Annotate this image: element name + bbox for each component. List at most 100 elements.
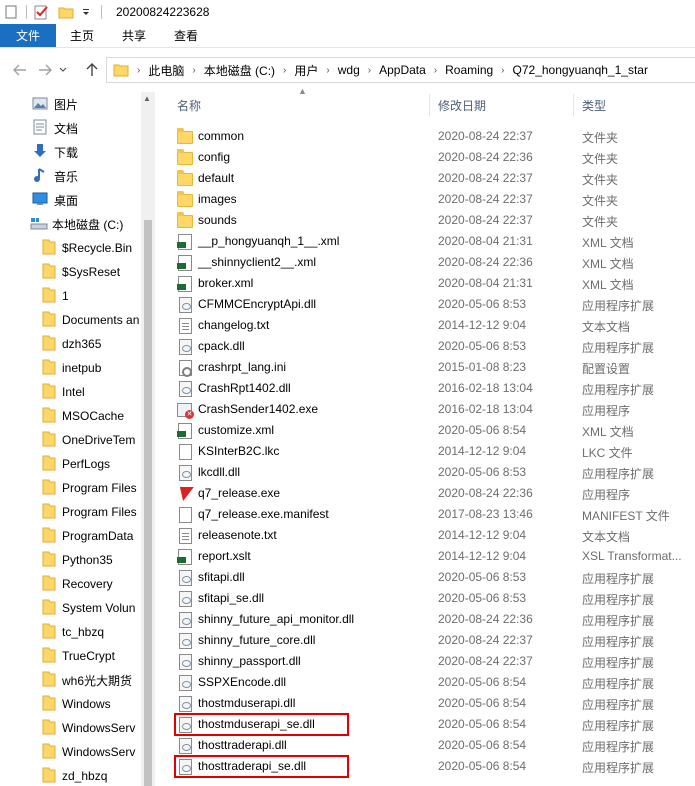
window-icon[interactable] <box>2 3 20 21</box>
column-date[interactable]: 修改日期 <box>438 92 486 118</box>
nav-item-local-disk[interactable]: 本地磁盘 (C:) <box>30 212 123 236</box>
crumb-q72[interactable]: Q72_hongyuanqh_1_star <box>509 63 652 77</box>
nav-item-folder[interactable]: Intel <box>42 380 85 404</box>
file-row[interactable]: lkcdll.dll 2020-05-06 8:53 应用程序扩展 <box>165 462 695 483</box>
nav-item-folder[interactable]: tc_hbzq <box>42 620 104 644</box>
file-row[interactable]: changelog.txt 2014-12-12 9:04 文本文档 <box>165 315 695 336</box>
address-bar[interactable]: › 此电脑 › 本地磁盘 (C:) › 用户 › wdg › AppData ›… <box>106 57 695 83</box>
crumb-roaming[interactable]: Roaming <box>441 63 497 77</box>
chevron-right-icon[interactable]: › <box>279 65 290 76</box>
tab-view[interactable]: 查看 <box>160 24 212 47</box>
chevron-right-icon[interactable]: › <box>497 65 508 76</box>
tab-share[interactable]: 共享 <box>108 24 160 47</box>
scroll-up-arrow-icon[interactable]: ▲ <box>143 94 151 103</box>
file-row[interactable]: shinny_future_core.dll 2020-08-24 22:37 应用… <box>165 630 695 651</box>
file-row[interactable]: shinny_future_api_monitor.dll 2020-08-24 … <box>165 609 695 630</box>
chevron-right-icon[interactable]: › <box>364 65 375 76</box>
column-name[interactable]: 名称 <box>177 92 201 118</box>
file-row[interactable]: sfitapi.dll 2020-05-06 8:53 应用程序扩展 <box>165 567 695 588</box>
file-row[interactable]: sfitapi_se.dll 2020-05-06 8:53 应用程序扩展 <box>165 588 695 609</box>
nav-item-folder[interactable]: OneDriveTem <box>42 428 135 452</box>
chevron-right-icon[interactable]: › <box>430 65 441 76</box>
file-row[interactable]: SSPXEncode.dll 2020-05-06 8:54 应用程序扩展 <box>165 672 695 693</box>
file-row[interactable]: images 2020-08-24 22:37 文件夹 <box>165 189 695 210</box>
nav-item-folder[interactable]: dzh365 <box>42 332 101 356</box>
customize-quick-access-icon[interactable] <box>77 3 95 21</box>
file-row[interactable]: CrashRpt1402.dll 2016-02-18 13:04 应用程序扩展 <box>165 378 695 399</box>
file-row[interactable]: report.xslt 2014-12-12 9:04 XSL Transforma… <box>165 546 695 567</box>
window-title: 20200824223628 <box>116 5 210 19</box>
file-row[interactable]: KSInterB2C.lkc 2014-12-12 9:04 LKC 文件 <box>165 441 695 462</box>
nav-label: Recovery <box>62 577 113 591</box>
crumb-users[interactable]: 用户 <box>290 62 322 79</box>
back-button[interactable] <box>8 58 32 82</box>
crumb-wdg[interactable]: wdg <box>334 63 364 77</box>
file-row[interactable]: broker.xml 2020-08-04 21:31 XML 文档 <box>165 273 695 294</box>
nav-item-folder[interactable]: Program Files <box>42 500 137 524</box>
recent-locations-button[interactable] <box>56 58 70 82</box>
crumb-local-disk[interactable]: 本地磁盘 (C:) <box>200 62 279 79</box>
file-row[interactable]: releasenote.txt 2014-12-12 9:04 文本文档 <box>165 525 695 546</box>
nav-item-folder[interactable]: TrueCrypt <box>42 644 115 668</box>
sort-ascending-icon: ▲ <box>298 86 307 96</box>
file-row[interactable]: __shinnyclient2__.xml 2020-08-24 22:36 XML… <box>165 252 695 273</box>
crumb-appdata[interactable]: AppData <box>375 63 430 77</box>
nav-item-pictures[interactable]: 图片 <box>32 92 78 116</box>
nav-item-folder[interactable]: MSOCache <box>42 404 124 428</box>
nav-item-downloads[interactable]: 下载 <box>32 140 78 164</box>
nav-item-folder[interactable]: WindowsServ <box>42 740 135 764</box>
nav-item-folder[interactable]: $SysReset <box>42 260 120 284</box>
nav-item-folder[interactable]: $Recycle.Bin <box>42 236 132 260</box>
file-row[interactable]: CrashSender1402.exe 2016-02-18 13:04 应用程序 <box>165 399 695 420</box>
crumb-this-pc[interactable]: 此电脑 <box>144 62 188 79</box>
nav-item-documents[interactable]: 文档 <box>32 116 78 140</box>
nav-item-folder[interactable]: Documents an <box>42 308 139 332</box>
properties-icon[interactable] <box>33 3 51 21</box>
xml-file-icon <box>177 276 193 292</box>
nav-item-folder[interactable]: inetpub <box>42 356 101 380</box>
nav-item-folder[interactable]: PerfLogs <box>42 452 110 476</box>
column-divider[interactable] <box>429 94 430 116</box>
nav-item-folder[interactable]: WindowsServ <box>42 716 135 740</box>
file-row[interactable]: q7_release.exe.manifest 2017-08-23 13:46 M… <box>165 504 695 525</box>
nav-item-folder[interactable]: System Volun <box>42 596 135 620</box>
file-row[interactable]: common 2020-08-24 22:37 文件夹 <box>165 126 695 147</box>
file-row[interactable]: thosttraderapi.dll 2020-05-06 8:54 应用程序扩展 <box>165 735 695 756</box>
nav-item-desktop[interactable]: 桌面 <box>32 188 78 212</box>
tab-file[interactable]: 文件 <box>0 24 56 47</box>
nav-item-folder[interactable]: ProgramData <box>42 524 133 548</box>
file-row[interactable]: sounds 2020-08-24 22:37 文件夹 <box>165 210 695 231</box>
file-date: 2020-08-24 22:37 <box>438 129 533 143</box>
nav-item-folder[interactable]: Recovery <box>42 572 113 596</box>
up-button[interactable] <box>80 58 104 82</box>
nav-item-folder[interactable]: 1 <box>42 284 69 308</box>
chevron-right-icon[interactable]: › <box>322 65 333 76</box>
file-row[interactable]: default 2020-08-24 22:37 文件夹 <box>165 168 695 189</box>
column-type[interactable]: 类型 <box>582 92 606 118</box>
file-row[interactable]: q7_release.exe 2020-08-24 22:36 应用程序 <box>165 483 695 504</box>
chevron-right-icon[interactable]: › <box>188 65 199 76</box>
nav-item-folder[interactable]: Program Files <box>42 476 137 500</box>
file-row[interactable]: shinny_passport.dll 2020-08-24 22:37 应用程序扩… <box>165 651 695 672</box>
nav-item-music[interactable]: 音乐 <box>32 164 78 188</box>
file-row[interactable]: cpack.dll 2020-05-06 8:53 应用程序扩展 <box>165 336 695 357</box>
file-date: 2020-08-24 22:36 <box>438 150 533 164</box>
tab-home[interactable]: 主页 <box>56 24 108 47</box>
nav-label: 下载 <box>54 145 79 160</box>
file-row[interactable]: crashrpt_lang.ini 2015-01-08 8:23 配置设置 <box>165 357 695 378</box>
file-type: 应用程序扩展 <box>582 467 655 481</box>
nav-item-folder[interactable]: Python35 <box>42 548 113 572</box>
nav-scrollbar-thumb[interactable] <box>144 220 152 786</box>
forward-button[interactable] <box>33 58 57 82</box>
file-row[interactable]: CFMMCEncryptApi.dll 2020-05-06 8:53 应用程序扩展 <box>165 294 695 315</box>
nav-item-folder[interactable]: wh6光大期货 <box>42 668 132 692</box>
file-row[interactable]: config 2020-08-24 22:36 文件夹 <box>165 147 695 168</box>
file-row[interactable]: thostmduserapi.dll 2020-05-06 8:54 应用程序扩展 <box>165 693 695 714</box>
file-type: 应用程序扩展 <box>582 593 655 607</box>
column-divider[interactable] <box>573 94 574 116</box>
nav-item-folder[interactable]: zd_hbzq <box>42 764 107 786</box>
file-row[interactable]: __p_hongyuanqh_1__.xml 2020-08-04 21:31 XM… <box>165 231 695 252</box>
file-row[interactable]: customize.xml 2020-05-06 8:54 XML 文档 <box>165 420 695 441</box>
new-folder-icon[interactable] <box>57 3 75 21</box>
nav-item-folder[interactable]: Windows <box>42 692 111 716</box>
